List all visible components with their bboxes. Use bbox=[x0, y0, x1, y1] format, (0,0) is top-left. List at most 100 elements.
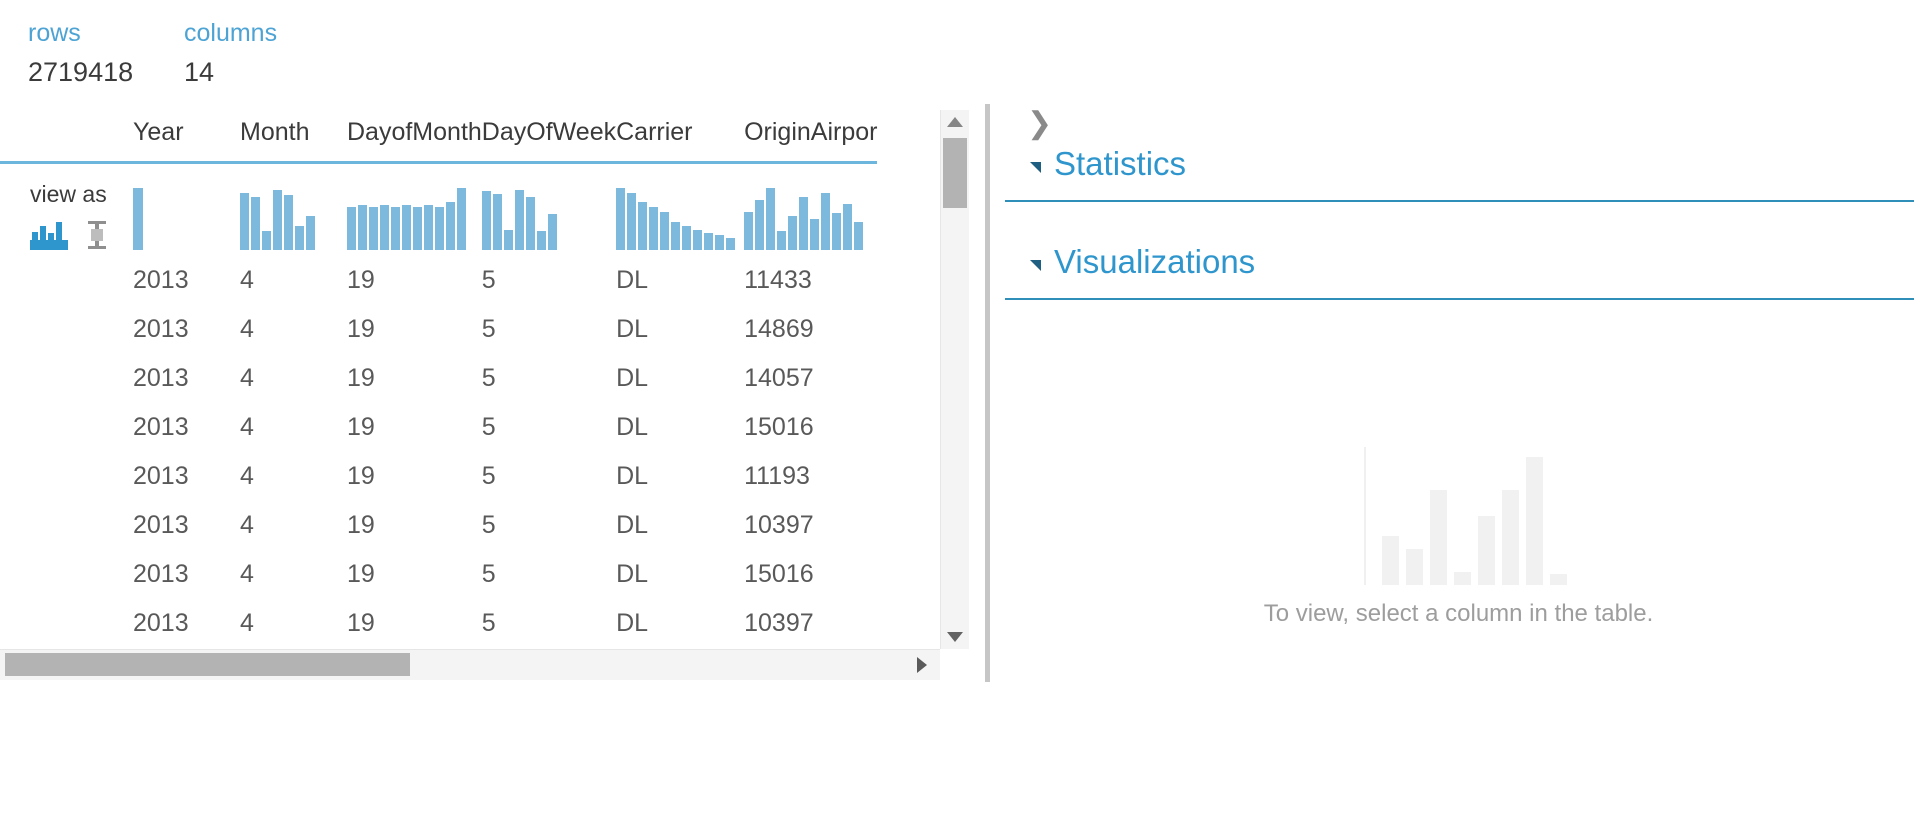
table-cell-dayofmonth: 19 bbox=[347, 452, 482, 501]
column-header-originairportid[interactable]: OriginAirpor bbox=[744, 110, 877, 163]
table-cell-originairportid: 15016 bbox=[744, 550, 877, 599]
placeholder-chart-bars bbox=[1382, 447, 1567, 585]
chevron-right-icon[interactable]: ❯ bbox=[1027, 109, 1052, 139]
statistics-title: Statistics bbox=[1054, 144, 1186, 184]
table-row[interactable]: 20134195DL11193 bbox=[0, 452, 877, 501]
table-cell-month: 4 bbox=[240, 305, 347, 354]
panel-splitter[interactable] bbox=[985, 104, 990, 682]
sparkline-dayofmonth[interactable] bbox=[347, 163, 482, 257]
column-header-month[interactable]: Month bbox=[240, 110, 347, 163]
statistics-section-header[interactable]: Statistics bbox=[1003, 144, 1914, 184]
statistics-divider bbox=[1005, 200, 1914, 202]
table-cell-month: 4 bbox=[240, 256, 347, 305]
table-cell-dayofmonth: 19 bbox=[347, 550, 482, 599]
column-header-dayofmonth[interactable]: DayofMonth bbox=[347, 110, 482, 163]
table-cell-month: 4 bbox=[240, 501, 347, 550]
sparkline-rail-spacer bbox=[0, 163, 133, 257]
table-cell-originairportid: 14057 bbox=[744, 354, 877, 403]
table-cell-dayofweek: 5 bbox=[482, 501, 616, 550]
table-cell-originairportid: 10397 bbox=[744, 599, 877, 648]
table-cell-dayofmonth: 19 bbox=[347, 403, 482, 452]
table-cell-dayofmonth: 19 bbox=[347, 305, 482, 354]
table-row[interactable]: 20134195DL14057 bbox=[0, 354, 877, 403]
column-header-carrier[interactable]: Carrier bbox=[616, 110, 744, 163]
visualizations-section: Visualizations To view, select a column … bbox=[1003, 242, 1914, 300]
table-cell-originairportid: 15016 bbox=[744, 403, 877, 452]
table-cell-year: 2013 bbox=[133, 256, 240, 305]
table-cell-carrier: DL bbox=[616, 501, 744, 550]
table-cell-year: 2013 bbox=[133, 305, 240, 354]
scroll-down-arrow-icon[interactable] bbox=[941, 625, 969, 649]
grid-vertical-scrollbar[interactable] bbox=[940, 110, 969, 649]
table-row[interactable]: 20134195DL10397 bbox=[0, 599, 877, 648]
table-row[interactable]: 20134195DL10397 bbox=[0, 501, 877, 550]
visualizations-empty-message: To view, select a column in the table. bbox=[1259, 597, 1659, 631]
vertical-scroll-thumb[interactable] bbox=[943, 138, 967, 208]
table-cell-month: 4 bbox=[240, 599, 347, 648]
visualizations-empty-state: To view, select a column in the table. bbox=[1003, 447, 1914, 631]
caret-down-icon bbox=[1030, 162, 1041, 173]
placeholder-bar-chart bbox=[1364, 447, 1554, 585]
table-cell-carrier: DL bbox=[616, 354, 744, 403]
sparkline-bars bbox=[744, 188, 877, 250]
table-cell-dayofmonth: 19 bbox=[347, 501, 482, 550]
data-grid: Year Month DayofMonth DayOfWeek Carrier … bbox=[0, 110, 877, 648]
column-header-dayofweek[interactable]: DayOfWeek bbox=[482, 110, 616, 163]
sparkline-year[interactable] bbox=[133, 163, 240, 257]
sparkline-dayofweek[interactable] bbox=[482, 163, 616, 257]
table-cell-carrier: DL bbox=[616, 550, 744, 599]
table-cell-month: 4 bbox=[240, 403, 347, 452]
table-cell-year: 2013 bbox=[133, 354, 240, 403]
grid-horizontal-scrollbar[interactable] bbox=[0, 649, 940, 680]
table-cell-dayofweek: 5 bbox=[482, 550, 616, 599]
columns-summary: columns 14 bbox=[184, 18, 277, 91]
table-cell-year: 2013 bbox=[133, 501, 240, 550]
rows-value: 2719418 bbox=[28, 53, 133, 91]
table-cell-originairportid: 11433 bbox=[744, 256, 877, 305]
sparkline-carrier[interactable] bbox=[616, 163, 744, 257]
table-cell-dayofweek: 5 bbox=[482, 452, 616, 501]
table-cell-year: 2013 bbox=[133, 452, 240, 501]
table-cell-dayofweek: 5 bbox=[482, 256, 616, 305]
sparkline-bars bbox=[616, 188, 744, 250]
table-cell-originairportid: 11193 bbox=[744, 452, 877, 501]
table-row[interactable]: 20134195DL15016 bbox=[0, 550, 877, 599]
row-rail-spacer bbox=[0, 452, 133, 501]
row-rail-spacer bbox=[0, 403, 133, 452]
rows-label: rows bbox=[28, 18, 133, 48]
scroll-up-arrow-icon[interactable] bbox=[941, 110, 969, 134]
table-cell-dayofmonth: 19 bbox=[347, 256, 482, 305]
sparkline-bars bbox=[133, 188, 240, 250]
row-rail-spacer bbox=[0, 550, 133, 599]
grid-sparkline-row bbox=[0, 163, 877, 257]
table-cell-dayofweek: 5 bbox=[482, 354, 616, 403]
column-header-year[interactable]: Year bbox=[133, 110, 240, 163]
table-cell-dayofmonth: 19 bbox=[347, 354, 482, 403]
table-cell-carrier: DL bbox=[616, 305, 744, 354]
row-rail-spacer bbox=[0, 305, 133, 354]
table-row[interactable]: 20134195DL14869 bbox=[0, 305, 877, 354]
columns-value: 14 bbox=[184, 53, 277, 91]
sparkline-bars bbox=[347, 188, 482, 250]
visualizations-section-header[interactable]: Visualizations bbox=[1003, 242, 1914, 282]
horizontal-scroll-thumb[interactable] bbox=[5, 653, 410, 676]
table-row[interactable]: 20134195DL11433 bbox=[0, 256, 877, 305]
data-grid-panel[interactable]: Year Month DayofMonth DayOfWeek Carrier … bbox=[0, 110, 940, 650]
rows-summary: rows 2719418 bbox=[28, 18, 133, 91]
table-cell-month: 4 bbox=[240, 354, 347, 403]
scroll-right-arrow-icon[interactable] bbox=[910, 650, 934, 680]
visualizations-divider bbox=[1005, 298, 1914, 300]
sparkline-bars bbox=[482, 188, 616, 250]
table-cell-month: 4 bbox=[240, 550, 347, 599]
table-cell-carrier: DL bbox=[616, 452, 744, 501]
row-rail-spacer bbox=[0, 599, 133, 648]
table-cell-originairportid: 10397 bbox=[744, 501, 877, 550]
row-rail-spacer bbox=[0, 354, 133, 403]
sparkline-originairportid[interactable] bbox=[744, 163, 877, 257]
table-cell-carrier: DL bbox=[616, 599, 744, 648]
table-cell-originairportid: 14869 bbox=[744, 305, 877, 354]
sparkline-month[interactable] bbox=[240, 163, 347, 257]
table-row[interactable]: 20134195DL15016 bbox=[0, 403, 877, 452]
statistics-section: Statistics bbox=[1003, 144, 1914, 202]
grid-corner-cell bbox=[0, 110, 133, 163]
